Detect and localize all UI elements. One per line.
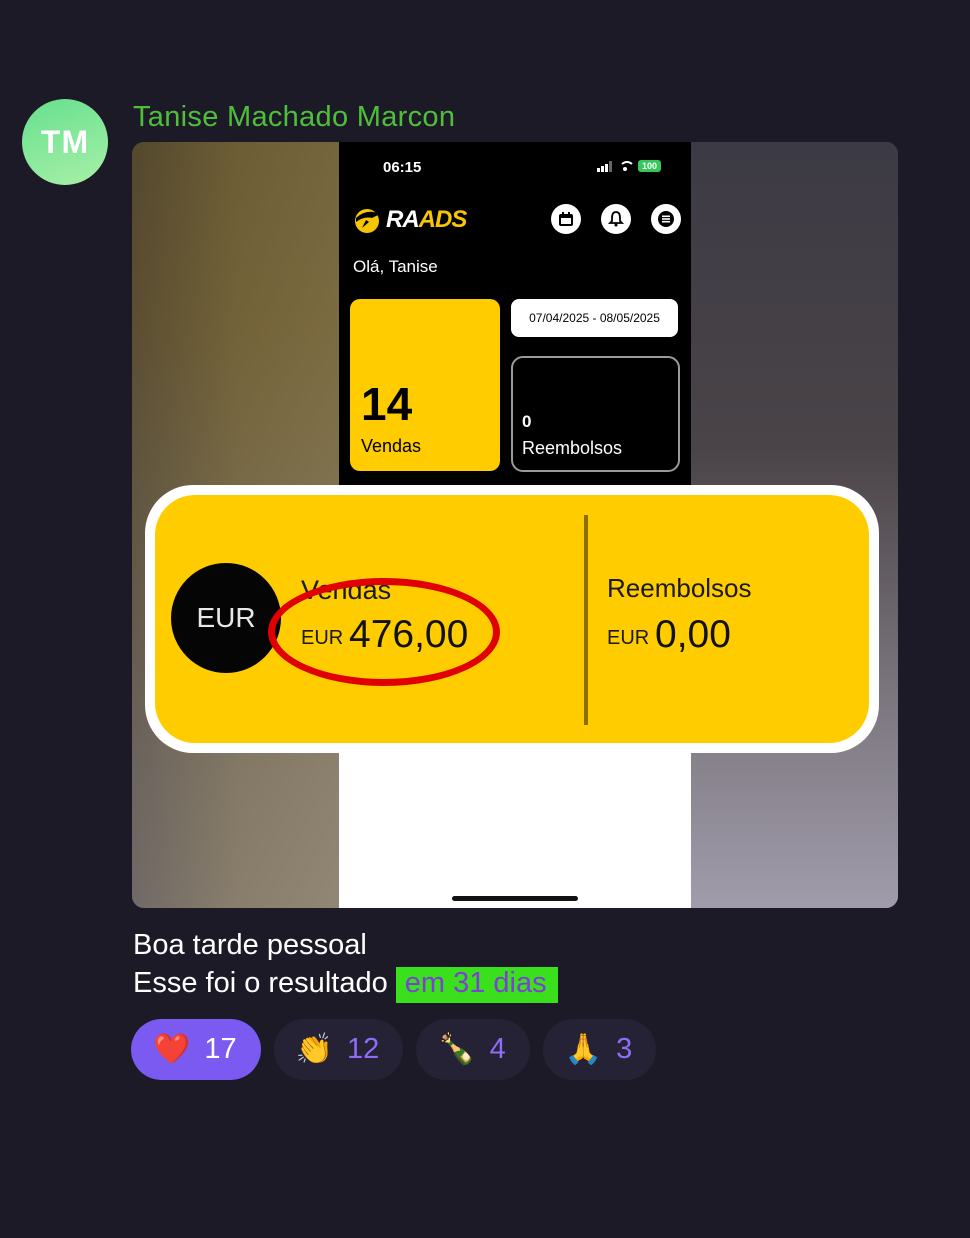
reaction-count: 12	[346, 1033, 380, 1065]
champagne-bottle-icon: 🍾	[438, 1032, 476, 1066]
calendar-icon	[551, 204, 581, 234]
menu-icon	[651, 204, 681, 234]
home-indicator	[452, 896, 578, 901]
phone-bottom-area	[339, 752, 691, 908]
refunds-label: Reembolsos	[522, 438, 623, 458]
battery-icon: 100	[637, 160, 661, 172]
zoomed-summary-card: EUR Vendas EUR 476,00 Reembolsos EUR 0,0…	[145, 485, 879, 753]
signal-icon	[596, 160, 612, 172]
reaction-pray[interactable]: 🙏 3	[542, 1019, 657, 1080]
avatar-initials: TM	[40, 123, 90, 160]
praying-hands-icon: 🙏	[564, 1032, 603, 1066]
sender-name[interactable]: Tanise Machado Marcon	[133, 101, 455, 134]
greeting-text: Olá, Tanise	[353, 257, 438, 276]
reaction-count: 3	[616, 1033, 633, 1065]
refunds-count: 0	[522, 412, 532, 431]
reaction-count: 17	[204, 1033, 237, 1065]
message-caption: Boa tarde pessoal Esse foi o resultado e…	[133, 926, 558, 1003]
reaction-champagne[interactable]: 🍾 4	[416, 1019, 530, 1080]
zoom-divider	[584, 515, 588, 725]
zoom-refunds-currency: EUR	[607, 627, 650, 649]
caption-line-2-text: Esse foi o resultado	[133, 967, 388, 999]
wifi-icon	[618, 161, 635, 171]
sales-count: 14	[361, 378, 413, 430]
zoom-refunds-label: Reembolsos	[607, 573, 752, 603]
reactions-bar: ❤️ 17 👏 12 🍾 4 🙏 3	[131, 1019, 657, 1080]
sender-avatar[interactable]: TM	[22, 99, 108, 185]
zoomed-summary-inner: EUR Vendas EUR 476,00 Reembolsos EUR 0,0…	[155, 495, 869, 743]
currency-badge: EUR	[171, 563, 281, 673]
app-logo: RAADS	[352, 206, 467, 234]
refunds-card: 0 Reembolsos	[511, 356, 680, 472]
app-logo-text: RAADS	[386, 206, 467, 233]
status-icons: 100	[596, 160, 661, 172]
sales-card: 14 Vendas	[350, 299, 500, 471]
caption-highlight: em 31 dias	[395, 967, 558, 1003]
clapping-hands-icon: 👏	[295, 1032, 333, 1066]
date-range: 07/04/2025 - 08/05/2025	[511, 299, 678, 337]
status-time: 06:15	[383, 159, 422, 176]
reaction-count: 4	[489, 1033, 506, 1065]
header-actions	[551, 204, 681, 234]
reaction-heart[interactable]: ❤️ 17	[131, 1019, 261, 1080]
sales-label: Vendas	[361, 436, 422, 456]
red-circle-annotation	[268, 578, 500, 686]
bell-icon	[601, 204, 631, 234]
zoom-refunds-value: 0,00	[655, 613, 731, 656]
reaction-clap[interactable]: 👏 12	[273, 1019, 404, 1080]
caption-line-1: Boa tarde pessoal	[133, 929, 367, 961]
caption-line-2: Esse foi o resultado em 31 dias	[133, 964, 558, 1003]
heart-icon: ❤️	[153, 1032, 191, 1066]
logo-mark-icon	[355, 209, 380, 233]
